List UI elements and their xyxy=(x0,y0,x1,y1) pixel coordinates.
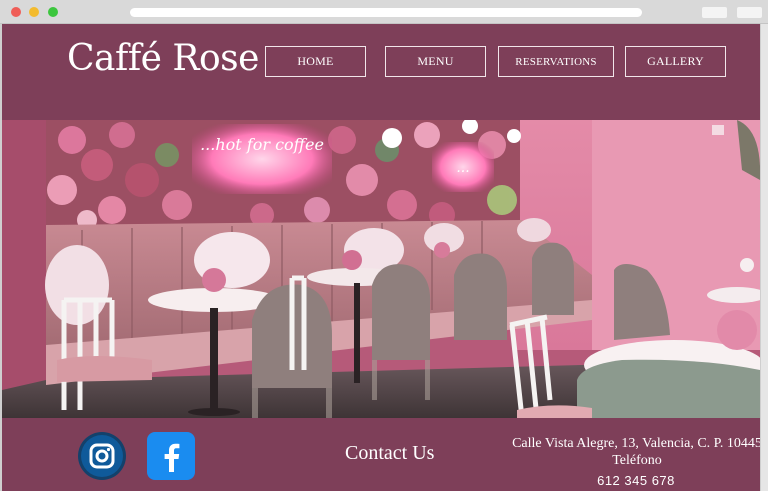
browser-menu-button[interactable] xyxy=(737,7,762,18)
close-window-button[interactable] xyxy=(11,7,21,17)
nav-gallery-button[interactable]: GALLERY xyxy=(625,46,726,77)
footer-phone-label: Teléfono xyxy=(612,453,662,468)
address-bar[interactable] xyxy=(130,8,642,17)
page-scrollbar[interactable] xyxy=(760,24,768,491)
site-logo[interactable]: Caffé Rose xyxy=(67,38,259,79)
footer-phone-number: 612 345 678 xyxy=(597,473,675,488)
browser-action-button[interactable] xyxy=(702,7,727,18)
nav-reservations-button[interactable]: RESERVATIONS xyxy=(498,46,614,77)
browser-toolbar xyxy=(0,0,768,24)
instagram-icon xyxy=(78,432,126,480)
maximize-window-button[interactable] xyxy=(48,7,58,17)
nav-home-button[interactable]: HOME xyxy=(265,46,366,77)
facebook-link[interactable] xyxy=(147,432,195,480)
neon-sign-small-text: ... xyxy=(456,160,469,176)
minimize-window-button[interactable] xyxy=(29,7,39,17)
neon-sign-text: ...hot for coffee xyxy=(200,135,324,154)
hero-cafe-photo: ...hot for coffee ... xyxy=(2,120,760,418)
nav-menu-button[interactable]: MENU xyxy=(385,46,486,77)
cafe-homepage: Caffé Rose HOME MENU RESERVATIONS GALLER… xyxy=(2,24,760,491)
contact-us-heading[interactable]: Contact Us xyxy=(345,442,434,465)
facebook-icon xyxy=(147,432,195,480)
instagram-link[interactable] xyxy=(78,432,126,480)
footer-address: Calle Vista Alegre, 13, Valencia, C. P. … xyxy=(512,436,760,451)
